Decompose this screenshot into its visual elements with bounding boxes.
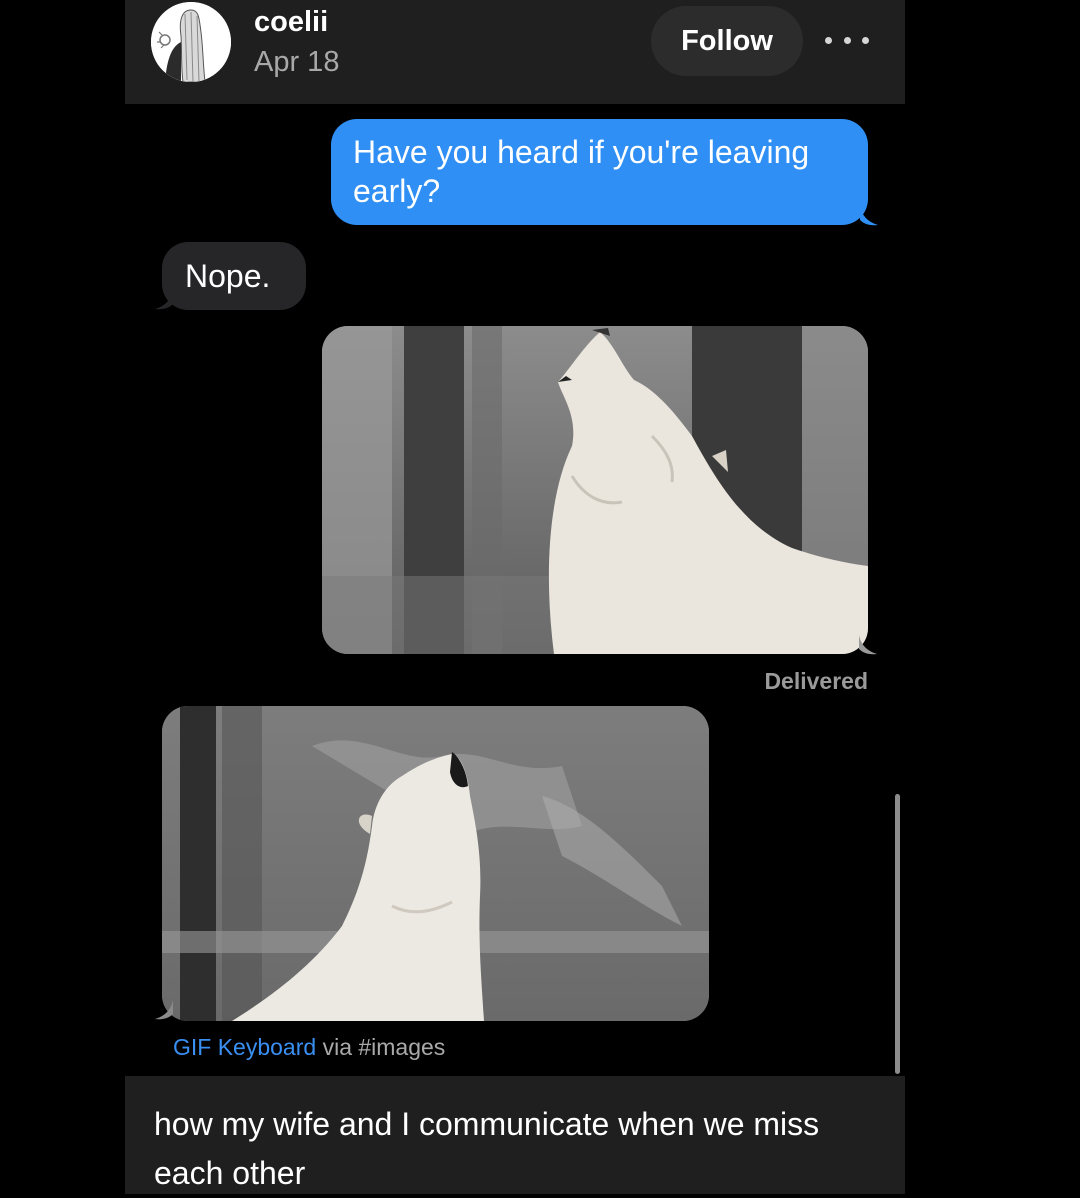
avatar-illustration bbox=[151, 2, 231, 82]
howling-wolf-image bbox=[162, 706, 709, 1021]
gif-credit: GIF Keyboard via #images bbox=[173, 1034, 445, 1061]
gif-credit-suffix: via #images bbox=[316, 1034, 446, 1060]
post-caption: how my wife and I communicate when we mi… bbox=[154, 1106, 820, 1191]
bubble-tail bbox=[155, 290, 173, 310]
post-header: coelii Apr 18 Follow bbox=[125, 0, 905, 104]
post: coelii Apr 18 Follow Have you heard if y… bbox=[125, 0, 905, 1194]
sent-message-bubble: Have you heard if you're leaving early? bbox=[331, 119, 868, 225]
dot bbox=[825, 36, 832, 44]
sent-wolf-gif[interactable] bbox=[322, 326, 868, 654]
gif-keyboard-link[interactable]: GIF Keyboard bbox=[173, 1034, 316, 1060]
bubble-tail bbox=[859, 635, 877, 655]
scrollbar[interactable] bbox=[895, 794, 900, 1074]
delivered-status: Delivered bbox=[764, 668, 868, 694]
howling-wolf-image bbox=[322, 326, 868, 654]
dot bbox=[843, 36, 851, 44]
post-caption-area: how my wife and I communicate when we mi… bbox=[125, 1076, 905, 1194]
follow-button[interactable]: Follow bbox=[651, 6, 803, 76]
avatar[interactable] bbox=[151, 2, 231, 82]
post-date: Apr 18 bbox=[254, 46, 340, 78]
dot bbox=[862, 36, 869, 44]
bubble-tail bbox=[155, 1000, 173, 1020]
conversation-screenshot: Have you heard if you're leaving early? … bbox=[125, 104, 905, 1076]
received-message-bubble: Nope. bbox=[162, 242, 306, 310]
bubble-tail bbox=[860, 206, 878, 226]
received-wolf-gif[interactable] bbox=[162, 706, 709, 1021]
username[interactable]: coelii bbox=[254, 6, 328, 39]
more-horizontal-icon[interactable] bbox=[825, 20, 869, 60]
